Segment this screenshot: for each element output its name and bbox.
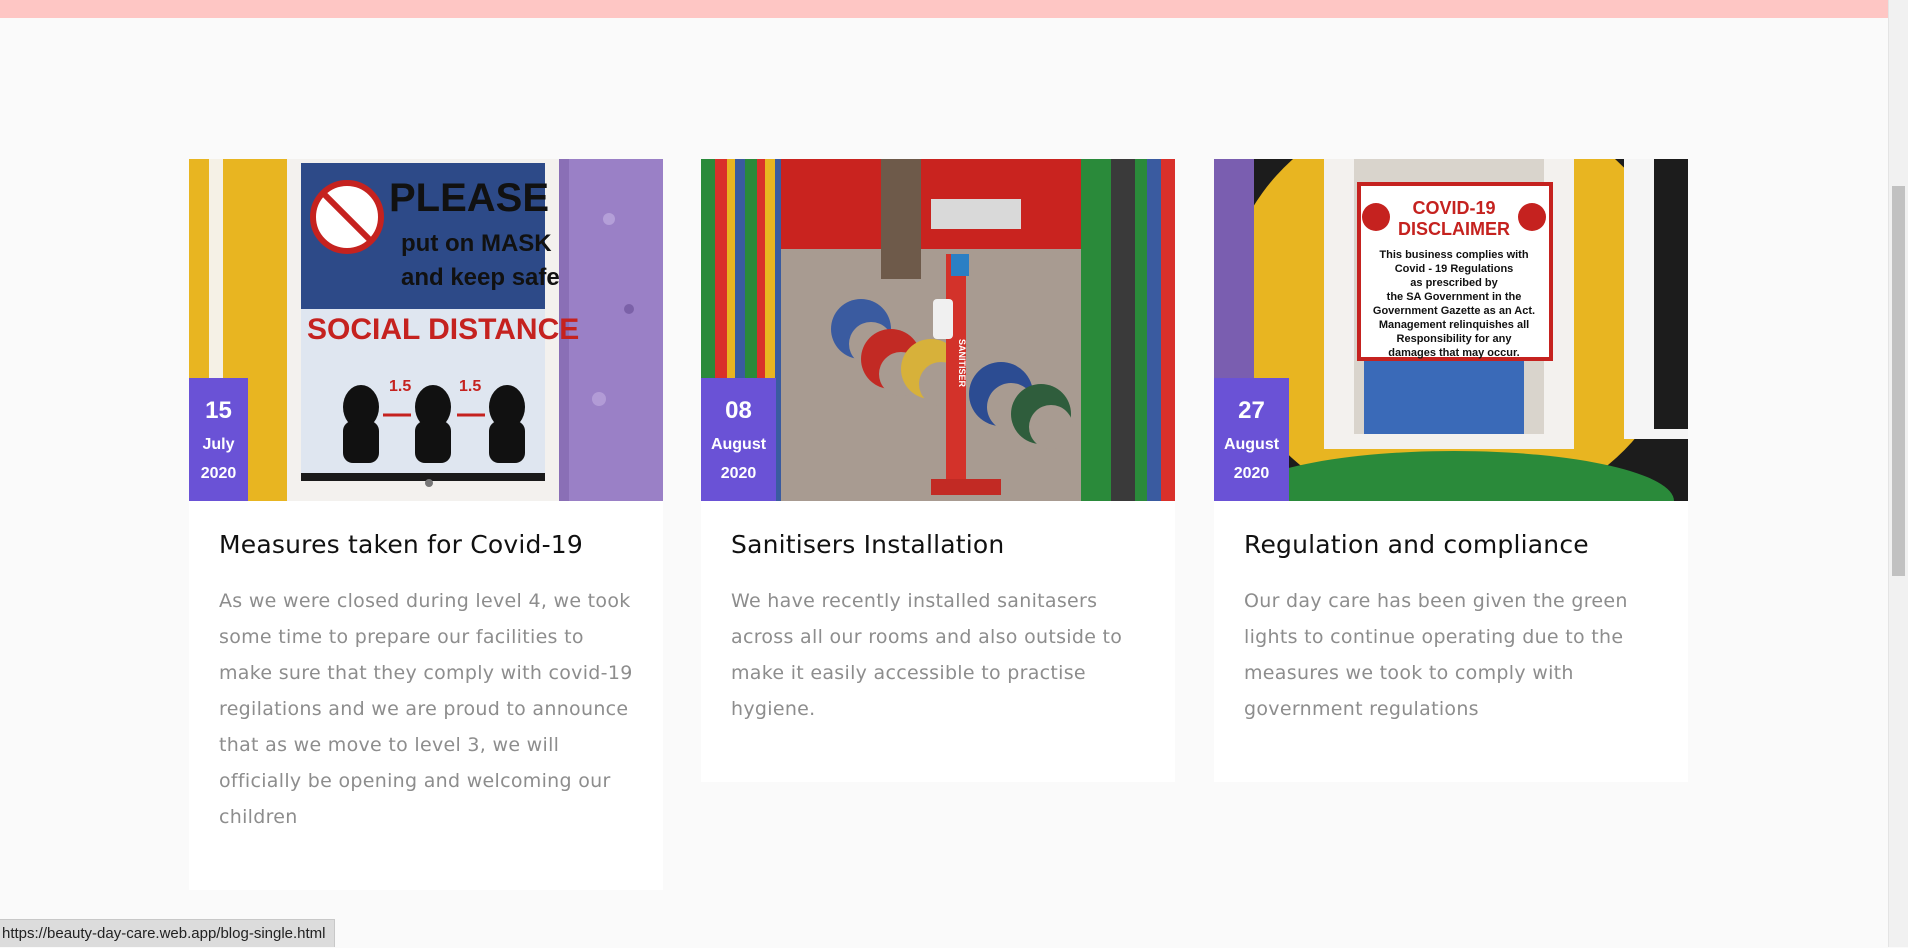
card-body: Measures taken for Covid-19 As we were c… <box>189 501 663 835</box>
date-day: 27 <box>1238 397 1265 424</box>
disclaimer-poster-image[interactable]: COVID-19 DISCLAIMER This business compli… <box>1214 159 1688 501</box>
link-status-url: https://beauty-day-care.web.app/blog-sin… <box>0 919 335 947</box>
poster-text: 1.5 <box>389 378 411 395</box>
post-title[interactable]: Sanitisers Installation <box>731 529 1145 561</box>
card-body: Regulation and compliance Our day care h… <box>1214 501 1688 727</box>
poster-text: Management relinquishes all <box>1379 319 1529 331</box>
card-body: Sanitisers Installation We have recently… <box>701 501 1175 727</box>
date-badge: 27 August 2020 <box>1214 378 1289 501</box>
date-year: 2020 <box>720 465 757 482</box>
mask-poster-image[interactable]: PLEASE put on MASK and keep safe SOCIAL … <box>189 159 663 501</box>
top-banner-strip <box>0 0 1888 18</box>
poster-text: Government Gazette as an Act. <box>1373 305 1535 317</box>
date-badge: 15 July 2020 <box>189 378 248 501</box>
date-month: July <box>202 436 235 453</box>
blog-card[interactable]: COVID-19 DISCLAIMER This business compli… <box>1214 159 1688 782</box>
date-year: 2020 <box>200 465 237 482</box>
poster-text: SOCIAL DISTANCE <box>307 313 579 346</box>
poster-text: and keep safe <box>401 264 560 291</box>
poster-text: 1.5 <box>459 378 481 395</box>
poster-text: Responsibility for any <box>1397 333 1513 345</box>
date-month: August <box>710 436 767 453</box>
post-excerpt: Our day care has been given the green li… <box>1244 590 1628 720</box>
page-scrollbar[interactable] <box>1888 0 1908 947</box>
blog-card[interactable]: PLEASE put on MASK and keep safe SOCIAL … <box>189 159 663 890</box>
date-year: 2020 <box>1233 465 1270 482</box>
sanitiser-station-image[interactable]: SANITISER 08 August 2020 <box>701 159 1175 501</box>
blog-card[interactable]: SANITISER 08 August 2020 Sanitisers Inst… <box>701 159 1175 782</box>
post-title[interactable]: Regulation and compliance <box>1244 529 1658 561</box>
poster-text: COVID-19 <box>1412 198 1495 218</box>
poster-text: damages that may occur. <box>1388 347 1519 359</box>
poster-text: as prescribed by <box>1410 277 1498 289</box>
poster-text: DISCLAIMER <box>1398 219 1510 239</box>
date-month: August <box>1223 436 1280 453</box>
post-title[interactable]: Measures taken for Covid-19 <box>219 529 633 561</box>
sanitiser-label: SANITISER <box>957 339 967 388</box>
poster-text: the SA Government in the <box>1387 291 1522 303</box>
post-excerpt: We have recently installed sanitasers ac… <box>731 590 1123 720</box>
date-day: 08 <box>725 397 752 424</box>
date-badge: 08 August 2020 <box>701 378 776 501</box>
poster-text: Covid - 19 Regulations <box>1395 263 1514 275</box>
scrollbar-thumb[interactable] <box>1892 186 1905 576</box>
post-excerpt: As we were closed during level 4, we too… <box>219 590 633 828</box>
poster-text: put on MASK <box>401 230 552 257</box>
poster-text: PLEASE <box>389 176 549 220</box>
date-day: 15 <box>205 397 232 424</box>
poster-text: This business complies with <box>1379 249 1528 261</box>
